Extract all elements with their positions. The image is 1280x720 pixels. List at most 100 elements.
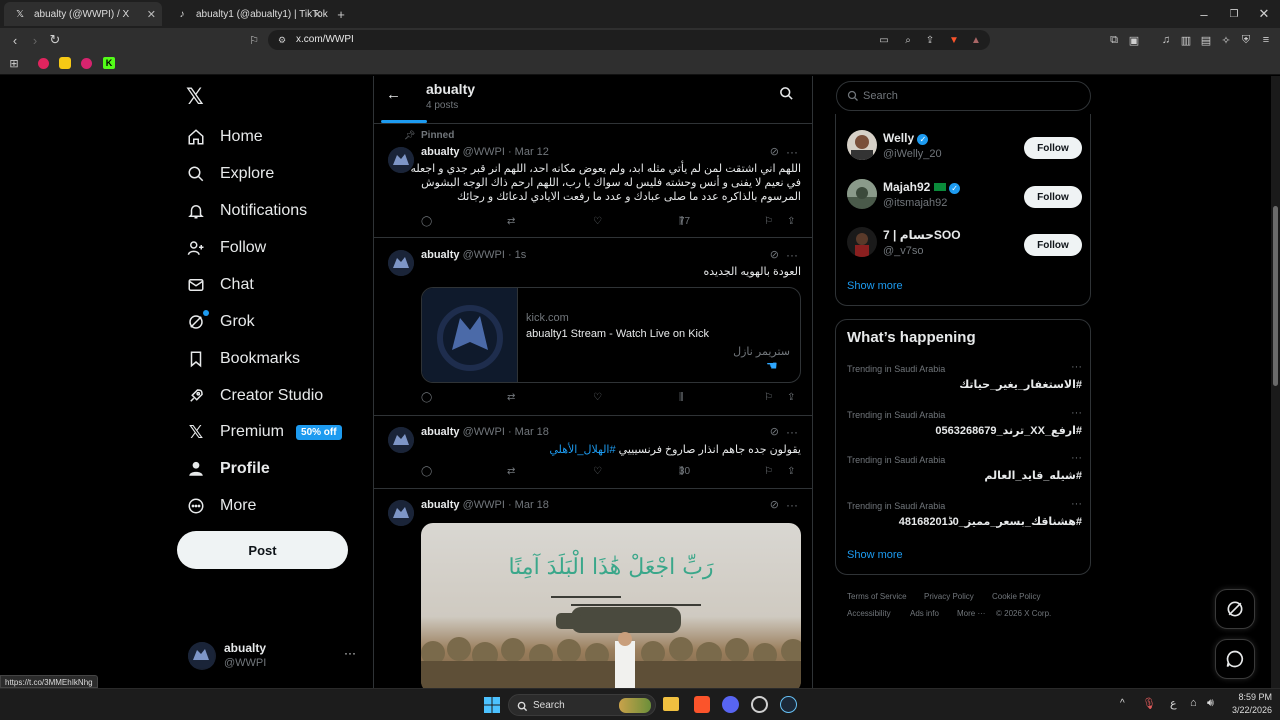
snapchat-bookmark-icon[interactable] (59, 57, 71, 69)
grok-float-button[interactable] (1215, 589, 1255, 629)
tab-x-profile[interactable]: 𝕏 abualty (@WWPI) / X ✕ (4, 2, 162, 26)
reader-icon[interactable]: ▣ (1126, 32, 1142, 48)
x-logo-icon[interactable]: 𝕏 (186, 86, 208, 108)
tweet-hashtag[interactable]: abualty @WWPI · Mar 18 ⊘ ··· يقولون جده … (374, 416, 812, 489)
site-info-icon[interactable]: ⚙ (274, 32, 290, 48)
more-dots-icon[interactable]: ··· (1071, 452, 1082, 464)
cookie-link[interactable]: Cookie Policy (992, 592, 1040, 601)
more-dots-icon[interactable]: ··· (1071, 407, 1082, 419)
close-icon[interactable]: ✕ (313, 8, 322, 21)
close-icon[interactable]: ✕ (147, 8, 156, 21)
retweet-icon[interactable]: ⇄ (507, 392, 515, 403)
grok-icon[interactable]: ⊘ (770, 498, 779, 511)
volume-icon[interactable]: 🔊︎ (1207, 697, 1214, 710)
address-bar[interactable]: ⚙ x.com/WWPI ▭ ⌕ ⇪ ▼ ▲ (268, 30, 990, 50)
trend-item[interactable]: Trending in Saudi Arabia ··· #شيله_قايد_… (847, 452, 1082, 495)
author-name[interactable]: abualty (421, 499, 460, 511)
accessibility-link[interactable]: Accessibility (847, 609, 891, 618)
scrollbar-track[interactable] (1271, 76, 1280, 688)
clock-date[interactable]: 3/22/2026 (1222, 705, 1272, 715)
nav-premium[interactable]: 𝕏 Premium 50% off (186, 417, 342, 447)
reply-icon[interactable]: ◯ (421, 216, 432, 227)
like-icon[interactable]: ♡ (593, 466, 602, 477)
more-dots-icon[interactable]: ··· (344, 646, 356, 660)
app-icon[interactable] (751, 696, 768, 713)
youtube-bookmark-icon[interactable] (38, 58, 49, 69)
more-dots-icon[interactable]: ··· (786, 425, 798, 439)
chevron-up-icon[interactable]: ^ (1120, 698, 1125, 709)
brave-shields-icon[interactable]: ▼ (946, 32, 962, 48)
show-more-link[interactable]: Show more (847, 280, 903, 292)
nav-grok[interactable]: Grok (186, 307, 255, 337)
show-more-link[interactable]: Show more (847, 549, 903, 561)
link-card[interactable]: kick.com abualty1 Stream - Watch Live on… (421, 287, 801, 383)
hashtag-link[interactable]: #الهلال_الأهلي (549, 444, 615, 456)
author-name[interactable]: abualty (421, 146, 460, 158)
zoom-icon[interactable]: ⌕ (900, 32, 916, 48)
wallet-icon[interactable]: ▤ (1198, 32, 1214, 48)
apps-grid-icon[interactable]: ⊞ (6, 55, 22, 71)
reply-icon[interactable]: ◯ (421, 392, 432, 403)
trend-item[interactable]: Trending in Saudi Arabia ··· #الاستغفار_… (847, 361, 1082, 404)
nav-creator-studio[interactable]: Creator Studio (186, 381, 323, 411)
vpn-icon[interactable]: ⛨ (1238, 32, 1254, 48)
taskbar-search[interactable]: Search (508, 694, 656, 716)
trend-item[interactable]: Trending in Saudi Arabia ··· #هشناقك_بسع… (847, 498, 1082, 541)
kick-bookmark-icon[interactable]: K (103, 57, 115, 69)
file-explorer-icon[interactable] (663, 697, 679, 711)
avatar[interactable] (388, 250, 414, 276)
bookmark-icon[interactable]: ⚐ (764, 392, 773, 403)
extensions-icon[interactable]: ⧉ (1106, 32, 1122, 48)
more-dots-icon[interactable]: ··· (786, 145, 798, 159)
grok-icon[interactable]: ⊘ (770, 425, 779, 438)
privacy-link[interactable]: Privacy Policy (924, 592, 974, 601)
nav-explore[interactable]: Explore (186, 159, 274, 189)
bookmark-icon[interactable]: ⚐ (764, 216, 773, 227)
avatar[interactable] (388, 500, 414, 526)
author-name[interactable]: abualty (421, 426, 460, 438)
tweet-kick[interactable]: abualty @WWPI · 1s ⊘ ··· العودة بالهويه … (374, 238, 812, 416)
suggested-user[interactable]: Majah92 ✓ @itsmajah92 Follow (847, 176, 1082, 216)
more-link[interactable]: More ··· (957, 609, 985, 618)
retweet-icon[interactable]: ⇄ (507, 216, 515, 227)
follow-button[interactable]: Follow (1024, 234, 1082, 256)
windows-start-icon[interactable] (484, 697, 500, 713)
follow-button[interactable]: Follow (1024, 186, 1082, 208)
steam-icon[interactable] (780, 696, 797, 713)
microphone-icon[interactable]: 🎙︎ (1142, 697, 1156, 710)
suggested-user[interactable]: 7 | حسامSOO @_v7so Follow (847, 224, 1082, 264)
nav-profile[interactable]: Profile (186, 454, 270, 484)
brave-icon[interactable] (694, 696, 710, 713)
bookmark-page-icon[interactable]: ⚐ (246, 32, 262, 48)
discord-icon[interactable] (722, 696, 739, 713)
more-dots-icon[interactable]: ··· (1071, 498, 1082, 510)
more-dots-icon[interactable]: ··· (786, 498, 798, 512)
menu-icon[interactable]: ≡ (1258, 32, 1274, 48)
nav-notifications[interactable]: Notifications (186, 196, 307, 226)
media-icon[interactable]: ♫ (1158, 32, 1174, 48)
retweet-icon[interactable]: ⇄ (507, 466, 515, 477)
instagram-bookmark-icon[interactable] (81, 58, 92, 69)
chart-icon[interactable]: ⫼ (679, 392, 684, 403)
search-input[interactable]: Search (836, 81, 1091, 111)
more-dots-icon[interactable]: ··· (786, 248, 798, 262)
author-name[interactable]: abualty (421, 249, 460, 261)
grok-icon[interactable]: ⊘ (770, 145, 779, 158)
new-tab-icon[interactable]: + (333, 6, 349, 22)
tweet-pinned[interactable]: 📌︎ Pinned abualty @WWPI · Mar 12 ⊘ ··· ا… (374, 125, 812, 238)
bookmark-icon[interactable]: ⚐ (764, 466, 773, 477)
back-arrow-icon[interactable]: ← (386, 86, 401, 103)
post-button[interactable]: Post (177, 531, 348, 569)
leo-icon[interactable]: ✧ (1218, 32, 1234, 48)
forward-icon[interactable]: › (27, 32, 43, 48)
search-icon[interactable] (779, 86, 794, 106)
scrollbar-thumb[interactable] (1273, 206, 1278, 386)
share-icon[interactable]: ⇪ (787, 466, 795, 477)
cast-icon[interactable]: ▭ (876, 32, 892, 48)
restore-icon[interactable]: ❐ (1226, 6, 1242, 22)
avatar[interactable] (388, 427, 414, 453)
tweet-image[interactable]: abualty @WWPI · Mar 18 ⊘ ··· رَبِّ اجْعَ… (374, 489, 812, 688)
tweet-photo[interactable]: رَبِّ اجْعَلْ هَٰذَا الْبَلَدَ آمِنًا (421, 523, 801, 688)
language-indicator[interactable]: ع (1170, 697, 1177, 710)
nav-chat[interactable]: Chat (186, 270, 254, 300)
